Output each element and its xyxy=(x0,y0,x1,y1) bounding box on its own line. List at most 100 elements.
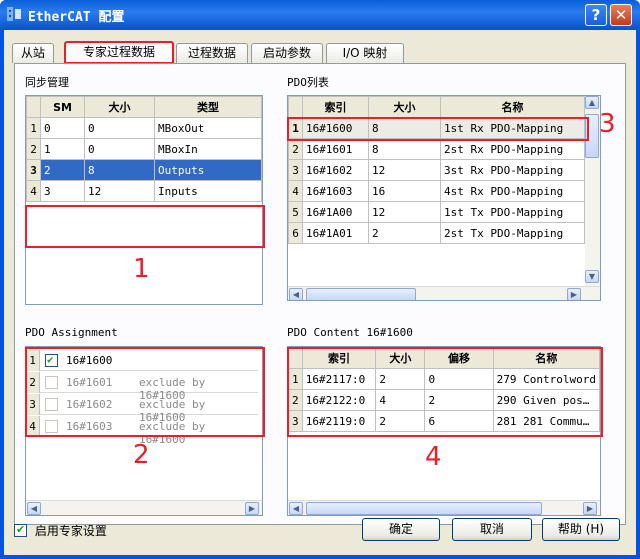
checkbox-icon[interactable] xyxy=(45,398,58,411)
tab-expert-process-data[interactable]: 专家过程数据 xyxy=(64,41,174,64)
scroll-down-icon[interactable]: ▼ xyxy=(585,270,599,283)
scroll-right-icon[interactable]: ▶ xyxy=(245,502,259,515)
scroll-left-icon[interactable]: ◀ xyxy=(27,502,41,515)
col-size[interactable]: 大小 xyxy=(375,347,426,369)
size-cell: 16 xyxy=(368,180,441,202)
col-size[interactable]: 大小 xyxy=(368,96,441,118)
row-number: 6 xyxy=(288,222,303,244)
expert-settings-toggle[interactable]: 启用专家设置 xyxy=(14,522,107,539)
size-cell: 12 xyxy=(368,159,441,181)
table-row[interactable]: 3 16#1602 12 3st Rx PDO-Mapping xyxy=(288,159,585,181)
pdo-list-hscrollbar[interactable]: ◀ ▶ xyxy=(288,286,600,300)
pdo-index: 16#1602 xyxy=(66,398,113,411)
name-cell: 3st Rx PDO-Mapping xyxy=(440,159,585,181)
col-index[interactable]: 索引 xyxy=(302,96,369,118)
scroll-right-icon[interactable]: ▶ xyxy=(583,502,597,515)
checkbox-icon[interactable] xyxy=(45,420,58,433)
table-row[interactable]: 2 16#2122:0 4 2 290 Given pos… xyxy=(288,389,600,411)
window-title: EtherCAT 配置 xyxy=(28,10,125,25)
table-row[interactable]: 1 0 0 MBoxOut xyxy=(26,117,262,139)
scroll-left-icon[interactable]: ◀ xyxy=(289,502,303,515)
name-cell: 1st Rx PDO-Mapping xyxy=(440,117,585,139)
checkbox-icon[interactable] xyxy=(14,523,27,537)
col-type[interactable]: 类型 xyxy=(154,96,262,118)
pdo-index: 16#1603 xyxy=(66,420,113,433)
col-name[interactable]: 名称 xyxy=(440,96,585,118)
col-sm[interactable]: SM xyxy=(40,96,85,118)
sm-cell: 1 xyxy=(40,138,85,160)
help-button[interactable]: 帮助 (H) xyxy=(542,518,620,541)
index-cell: 16#2122:0 xyxy=(301,389,377,411)
name-cell: 1st Tx PDO-Mapping xyxy=(440,201,585,223)
scroll-up-icon[interactable]: ▲ xyxy=(585,96,599,109)
table-row[interactable]: 2 1 0 MBoxIn xyxy=(26,138,262,160)
row-number: 3 xyxy=(288,159,303,181)
col-index[interactable]: 索引 xyxy=(301,347,377,369)
row-number: 1 xyxy=(288,368,303,390)
name-cell: 2st Rx PDO-Mapping xyxy=(440,138,585,160)
pdo-list-vscrollbar[interactable]: ▲ ▼ xyxy=(585,96,600,286)
help-title-button[interactable]: ? xyxy=(585,4,607,26)
size-cell: 12 xyxy=(84,180,155,202)
row-number: 3 xyxy=(26,394,40,415)
table-row-selected[interactable]: 3 2 8 Outputs xyxy=(26,159,262,181)
table-row[interactable]: 3 16#2119:0 2 6 281 281 Commu… xyxy=(288,410,600,432)
scroll-thumb[interactable] xyxy=(306,288,416,300)
table-row[interactable]: 1 16#2117:0 2 0 279 Controlword xyxy=(288,368,600,390)
pdo-list-grid: 索引 大小 名称 1 16#1600 8 1st Rx PDO-Mapping … xyxy=(287,95,601,301)
dialog-client: 从站 专家过程数据 过程数据 启动参数 I/O 映射 同步管理 SM 大小 类型… xyxy=(4,30,636,555)
table-row[interactable]: 6 16#1A01 2 2st Tx PDO-Mapping xyxy=(288,222,585,244)
tab-io-mapping[interactable]: I/O 映射 xyxy=(326,43,404,63)
checkbox-icon[interactable] xyxy=(45,376,58,389)
annotation-label-3: 3 xyxy=(599,109,616,139)
size-cell: 0 xyxy=(84,138,155,160)
row-number: 4 xyxy=(288,180,303,202)
scroll-thumb[interactable] xyxy=(306,502,542,515)
offset-cell: 6 xyxy=(424,410,494,432)
index-cell: 16#2117:0 xyxy=(301,368,377,390)
annotation-label-1: 1 xyxy=(133,254,150,284)
row-number: 2 xyxy=(26,372,40,393)
table-row[interactable]: 4 3 12 Inputs xyxy=(26,180,262,202)
row-number: 1 xyxy=(26,117,41,139)
scroll-thumb[interactable] xyxy=(585,114,599,158)
exclude-note: exclude by 16#1600 xyxy=(139,420,206,446)
list-item[interactable]: 4 16#1603 exclude by 16#1600 xyxy=(26,416,258,446)
row-number: 3 xyxy=(288,410,303,432)
sm-cell: 3 xyxy=(40,180,85,202)
index-cell: 16#1A00 xyxy=(302,201,369,223)
sm-cell: 0 xyxy=(40,117,85,139)
checkbox-icon[interactable] xyxy=(45,353,58,367)
size-cell: 2 xyxy=(375,410,426,432)
table-row[interactable]: 4 16#1603 16 4st Rx PDO-Mapping xyxy=(288,180,585,202)
col-offset[interactable]: 偏移 xyxy=(424,347,494,369)
content-hscrollbar[interactable]: ◀ ▶ xyxy=(288,500,600,515)
close-button[interactable]: ✕ xyxy=(610,4,632,26)
list-item[interactable]: 2 16#1601 exclude by 16#1600 xyxy=(26,372,258,402)
header-corner xyxy=(288,347,303,369)
table-row[interactable]: 2 16#1601 8 2st Rx PDO-Mapping xyxy=(288,138,585,160)
name-cell: 281 281 Commu… xyxy=(492,410,600,432)
name-cell: 279 Controlword xyxy=(492,368,600,390)
cancel-button[interactable]: 取消 xyxy=(452,518,532,541)
header-corner xyxy=(26,96,41,118)
assignment-hscrollbar[interactable]: ◀ ▶ xyxy=(26,500,262,515)
table-row[interactable]: 5 16#1A00 12 1st Tx PDO-Mapping xyxy=(288,201,585,223)
scroll-right-icon[interactable]: ▶ xyxy=(567,288,581,300)
table-row-selected[interactable]: 1 16#1600 8 1st Rx PDO-Mapping xyxy=(288,117,585,139)
size-cell: 8 xyxy=(84,159,155,181)
list-item[interactable]: 3 16#1602 exclude by 16#1600 xyxy=(26,394,258,424)
ok-button[interactable]: 确定 xyxy=(362,518,440,541)
col-name[interactable]: 名称 xyxy=(492,347,600,369)
index-cell: 16#2119:0 xyxy=(301,410,377,432)
offset-cell: 2 xyxy=(424,389,494,411)
tab-process-data[interactable]: 过程数据 xyxy=(176,43,248,63)
scroll-left-icon[interactable]: ◀ xyxy=(289,288,303,300)
name-cell: 2st Tx PDO-Mapping xyxy=(440,222,585,244)
type-cell: Outputs xyxy=(154,159,262,181)
list-item[interactable]: 1 16#1600 xyxy=(26,350,258,371)
tab-startup-params[interactable]: 启动参数 xyxy=(251,43,323,63)
size-cell: 12 xyxy=(368,201,441,223)
tab-slave[interactable]: 从站 xyxy=(12,43,54,63)
col-size[interactable]: 大小 xyxy=(84,96,155,118)
